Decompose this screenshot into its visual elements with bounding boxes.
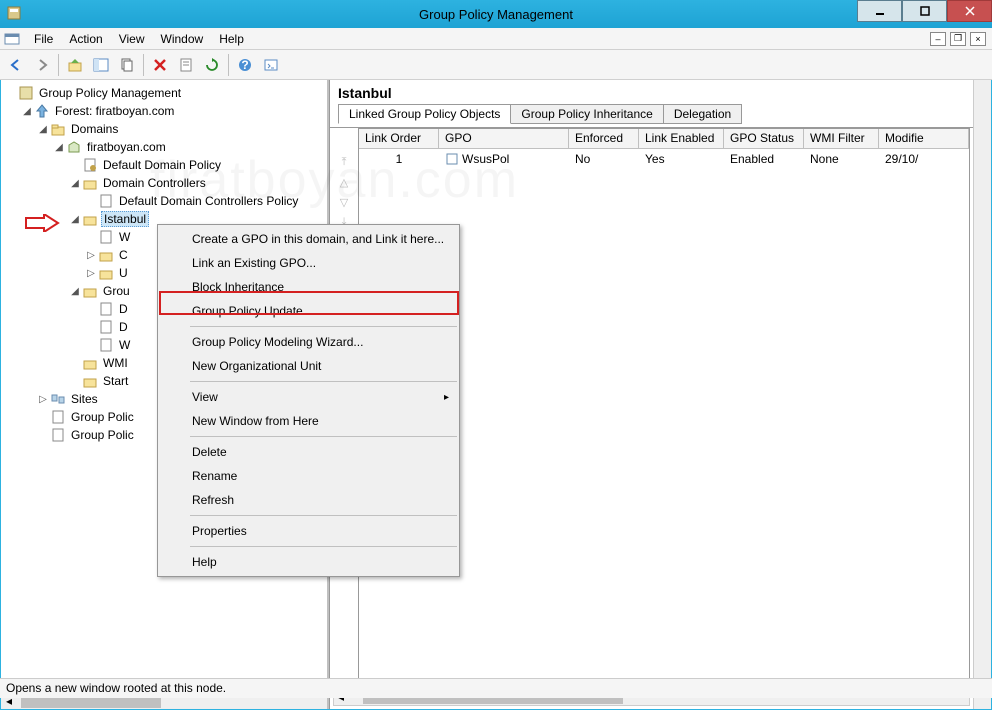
gpo-icon [445, 152, 459, 166]
menu-view[interactable]: View [111, 30, 153, 48]
tab-delegation[interactable]: Delegation [663, 104, 742, 124]
svg-text:?: ? [241, 58, 248, 72]
table-row[interactable]: 1 WsusPol No Yes Enabled None 29/10/ [359, 149, 969, 169]
red-arrow-icon [24, 214, 60, 232]
script-button[interactable] [259, 53, 283, 77]
col-gpo[interactable]: GPO [439, 129, 569, 148]
col-modified[interactable]: Modifie [879, 129, 969, 148]
help-button[interactable]: ? [233, 53, 257, 77]
mmc-icon [4, 31, 20, 47]
show-hide-tree-button[interactable] [89, 53, 113, 77]
menu-help[interactable]: Help [211, 30, 252, 48]
tree-root[interactable]: Group Policy Management [5, 84, 323, 102]
col-wmi-filter[interactable]: WMI Filter [804, 129, 879, 148]
ctx-new-window[interactable]: New Window from Here [160, 409, 457, 433]
app-icon [6, 5, 22, 21]
tree-domains[interactable]: ◢Domains [5, 120, 323, 138]
main-content: Group Policy Management ◢Forest: firatbo… [0, 80, 992, 710]
mdi-minimize[interactable]: – [930, 32, 946, 46]
menu-file[interactable]: File [26, 30, 61, 48]
back-button[interactable] [4, 53, 28, 77]
col-link-order[interactable]: Link Order [359, 129, 439, 148]
move-up-icon[interactable]: △ [336, 176, 352, 192]
col-gpo-status[interactable]: GPO Status [724, 129, 804, 148]
ctx-refresh[interactable]: Refresh [160, 488, 457, 512]
tab-linked-gpo[interactable]: Linked Group Policy Objects [338, 104, 511, 124]
properties-button[interactable] [174, 53, 198, 77]
ctx-help[interactable]: Help [160, 550, 457, 574]
tree-domain[interactable]: ◢firatboyan.com [5, 138, 323, 156]
details-title: Istanbul [338, 85, 965, 101]
window-title: Group Policy Management [419, 7, 573, 22]
status-bar: Opens a new window rooted at this node. [0, 678, 992, 698]
title-bar: Group Policy Management [0, 0, 992, 28]
ctx-link-existing[interactable]: Link an Existing GPO... [160, 251, 457, 275]
up-button[interactable] [63, 53, 87, 77]
delete-button[interactable] [148, 53, 172, 77]
menu-bar: File Action View Window Help – ❐ × [0, 28, 992, 50]
minimize-button[interactable] [857, 0, 902, 22]
move-down-icon[interactable]: ▽ [336, 196, 352, 212]
mdi-close[interactable]: × [970, 32, 986, 46]
menu-action[interactable]: Action [61, 30, 110, 48]
tab-gp-inheritance[interactable]: Group Policy Inheritance [510, 104, 663, 124]
ctx-delete[interactable]: Delete [160, 440, 457, 464]
tree-forest[interactable]: ◢Forest: firatboyan.com [5, 102, 323, 120]
maximize-button[interactable] [902, 0, 947, 22]
ctx-new-ou[interactable]: New Organizational Unit [160, 354, 457, 378]
mdi-restore[interactable]: ❐ [950, 32, 966, 46]
copy-button[interactable] [115, 53, 139, 77]
tree-default-dc-policy[interactable]: Default Domain Controllers Policy [5, 192, 323, 210]
ctx-view[interactable]: View [160, 385, 457, 409]
refresh-button[interactable] [200, 53, 224, 77]
ctx-block-inheritance[interactable]: Block Inheritance [160, 275, 457, 299]
link-order-buttons: ⤒ △ ▽ ⤓ [336, 156, 354, 232]
ctx-properties[interactable]: Properties [160, 519, 457, 543]
tree-default-domain-policy[interactable]: Default Domain Policy [5, 156, 323, 174]
toolbar: ? [0, 50, 992, 80]
ctx-rename[interactable]: Rename [160, 464, 457, 488]
menu-window[interactable]: Window [153, 30, 212, 48]
vertical-scrollbar[interactable] [973, 80, 991, 709]
move-top-icon[interactable]: ⤒ [336, 156, 352, 172]
ctx-gp-modeling[interactable]: Group Policy Modeling Wizard... [160, 330, 457, 354]
context-menu: Create a GPO in this domain, and Link it… [157, 224, 460, 577]
ctx-gp-update[interactable]: Group Policy Update... [160, 299, 457, 323]
col-link-enabled[interactable]: Link Enabled [639, 129, 724, 148]
ctx-create-gpo[interactable]: Create a GPO in this domain, and Link it… [160, 227, 457, 251]
status-text: Opens a new window rooted at this node. [6, 681, 226, 695]
forward-button[interactable] [30, 53, 54, 77]
tree-domain-controllers[interactable]: ◢Domain Controllers [5, 174, 323, 192]
close-button[interactable] [947, 0, 992, 22]
col-enforced[interactable]: Enforced [569, 129, 639, 148]
